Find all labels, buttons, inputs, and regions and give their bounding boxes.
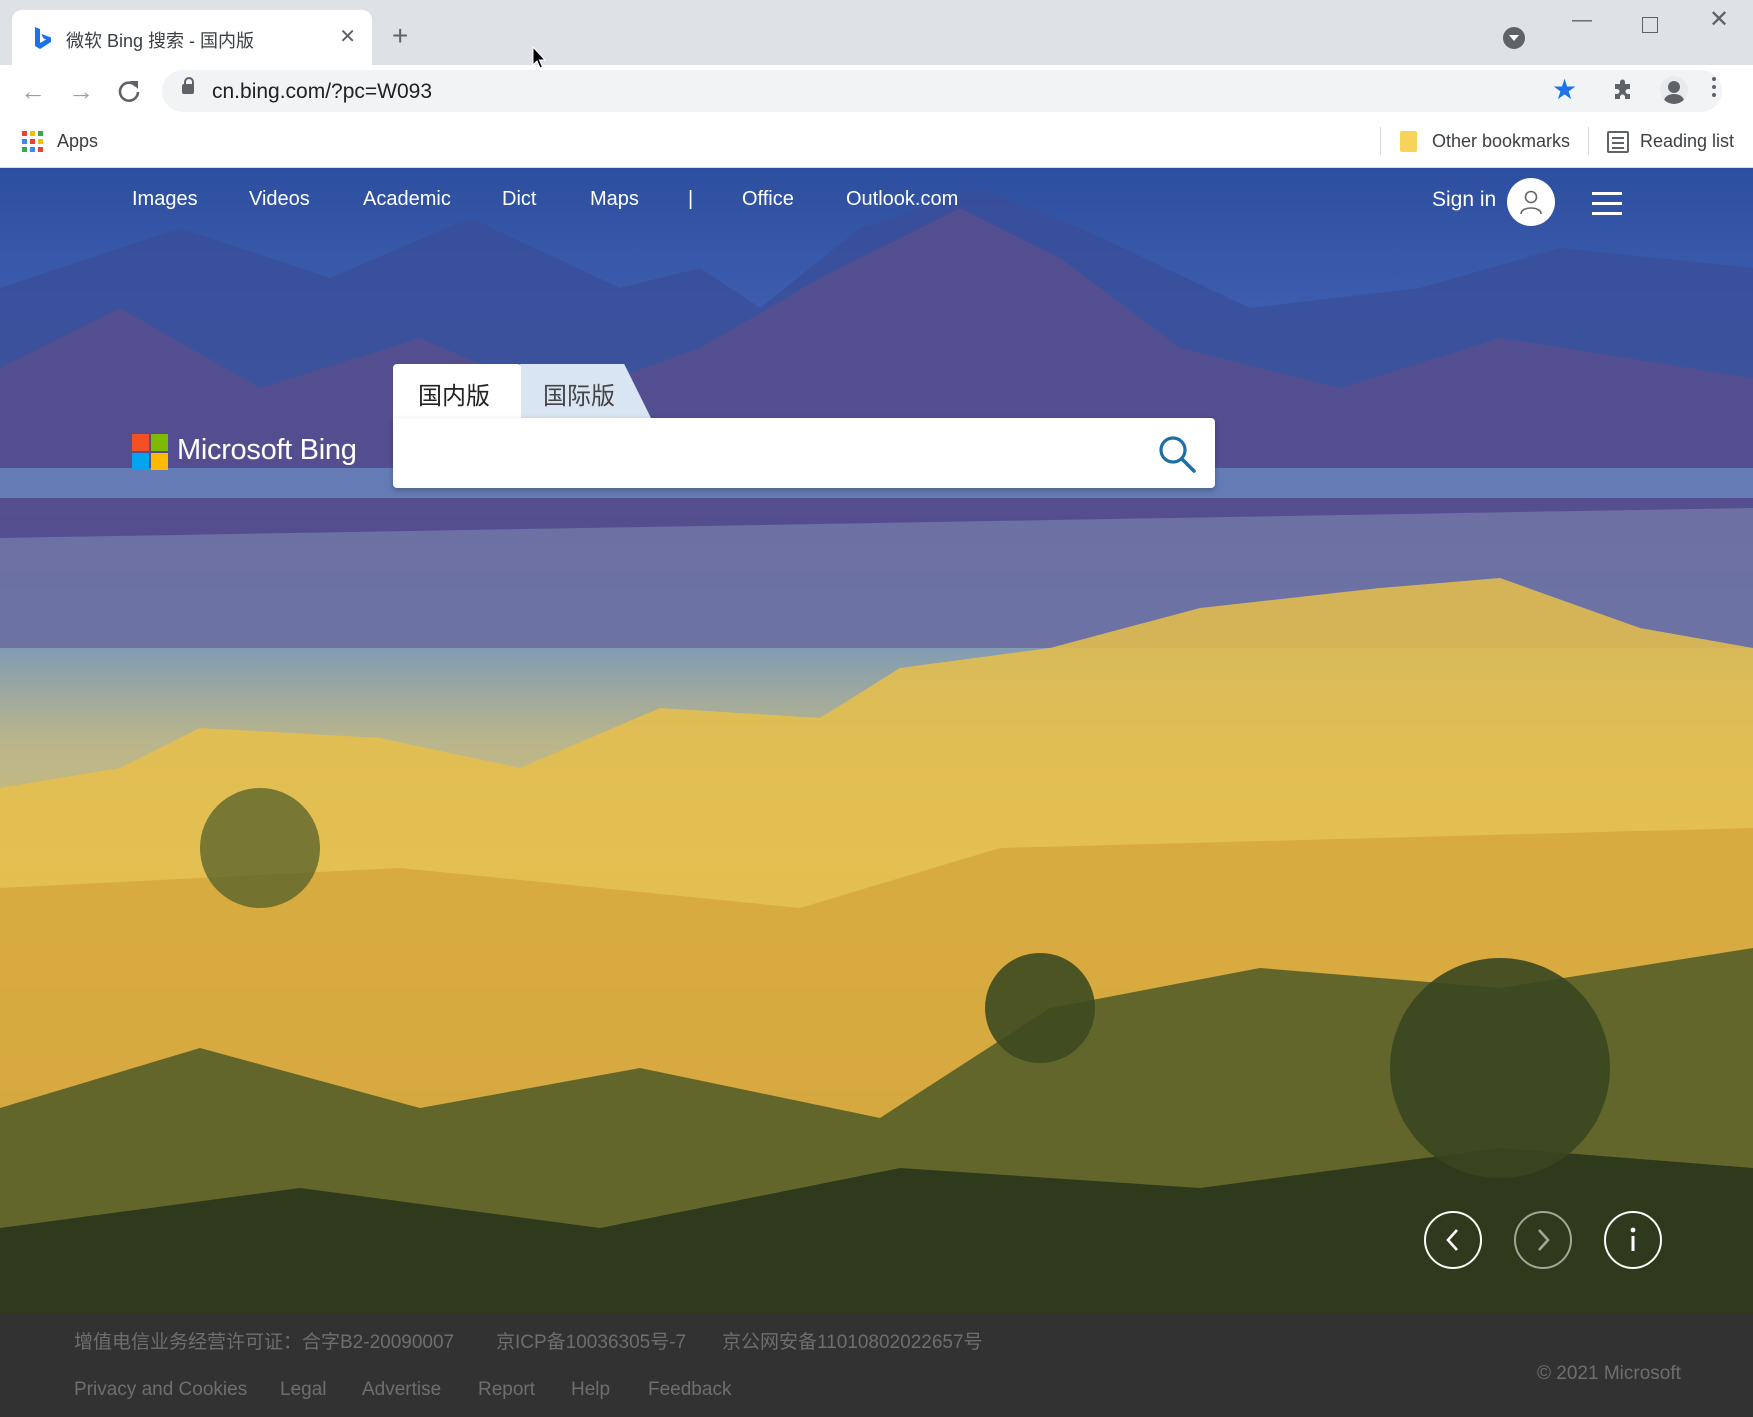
plus-icon[interactable]: + (392, 22, 408, 50)
forward-arrow-icon[interactable]: → (68, 76, 94, 106)
bookmark-apps[interactable]: Apps (57, 131, 98, 152)
browser-tab-active[interactable]: 微软 Bing 搜索 - 国内版 ✕ (12, 10, 372, 65)
search-input[interactable] (413, 432, 1117, 476)
footer-report-link[interactable]: Report (478, 1379, 535, 1401)
nav-images[interactable]: Images (132, 188, 198, 211)
extensions-icon[interactable] (1612, 79, 1634, 101)
page-footer: 增值电信业务经营许可证：合字B2-20090007 京ICP备10036305号… (0, 1313, 1753, 1417)
search-icon[interactable] (1157, 434, 1197, 474)
nav-academic[interactable]: Academic (363, 188, 451, 211)
minimize-icon[interactable]: — (1572, 10, 1592, 30)
maximize-icon[interactable] (1642, 17, 1658, 33)
bookmark-other[interactable]: Other bookmarks (1432, 131, 1570, 152)
bookmark-reading-list[interactable]: Reading list (1640, 131, 1734, 152)
footer-license-2[interactable]: 京ICP备10036305号-7 (496, 1327, 686, 1354)
tab-international-label: 国际版 (543, 383, 615, 410)
chevron-right-icon (1538, 1229, 1550, 1251)
search-box (393, 418, 1215, 488)
copyright-text: © 2021 Microsoft (1537, 1363, 1681, 1384)
menu-icon[interactable] (1712, 77, 1716, 101)
bookmarks-bar: Apps Other bookmarks Reading list (0, 117, 1753, 168)
footer-help-link[interactable]: Help (571, 1379, 610, 1401)
nav-dict[interactable]: Dict (502, 188, 536, 211)
tab-title: 微软 Bing 搜索 - 国内版 (66, 31, 255, 51)
nav-office[interactable]: Office (742, 188, 794, 211)
tab-domestic[interactable]: 国内版 (393, 364, 521, 418)
info-icon (1630, 1227, 1636, 1251)
footer-legal-link[interactable]: Legal (280, 1379, 327, 1401)
user-icon[interactable] (1507, 178, 1555, 226)
nav-videos[interactable]: Videos (249, 188, 310, 211)
next-image-button[interactable] (1514, 1211, 1572, 1269)
logo-text: Microsoft Bing (177, 434, 357, 466)
image-info-button[interactable] (1604, 1211, 1662, 1269)
sign-in-link[interactable]: Sign in (1432, 188, 1496, 212)
profile-icon[interactable] (1660, 76, 1688, 104)
folder-icon (1400, 131, 1417, 152)
tab-search-icon[interactable] (1503, 27, 1525, 49)
bing-top-nav: Images Videos Academic Dict Maps | Offic… (0, 168, 1753, 234)
tab-domestic-label: 国内版 (418, 383, 490, 410)
bookmark-divider (1588, 127, 1589, 155)
tab-strip: 微软 Bing 搜索 - 国内版 ✕ + — ✕ (0, 0, 1753, 65)
back-arrow-icon[interactable]: ← (20, 76, 46, 106)
microsoft-logo-icon (132, 434, 168, 470)
footer-feedback-link[interactable]: Feedback (648, 1379, 731, 1401)
nav-divider: | (688, 188, 694, 210)
reload-icon[interactable] (116, 78, 142, 104)
background-city (0, 508, 1753, 1313)
bing-favicon (35, 27, 51, 49)
reading-list-icon (1607, 131, 1629, 153)
address-bar[interactable]: ★ (162, 70, 1722, 112)
footer-license-1[interactable]: 增值电信业务经营许可证：合字B2-20090007 (74, 1327, 454, 1354)
microsoft-bing-logo: Microsoft Bing (132, 432, 372, 472)
chevron-left-icon (1446, 1229, 1458, 1251)
nav-maps[interactable]: Maps (590, 188, 639, 211)
close-icon[interactable]: ✕ (339, 27, 356, 47)
footer-privacy-link[interactable]: Privacy and Cookies (74, 1379, 247, 1401)
lock-icon (182, 77, 194, 94)
window-close-icon[interactable]: ✕ (1709, 8, 1729, 32)
apps-grid-icon[interactable] (22, 131, 44, 153)
footer-license-3[interactable]: 京公网安备11010802022657号 (722, 1327, 983, 1354)
footer-advertise-link[interactable]: Advertise (362, 1379, 441, 1401)
bookmark-divider (1380, 127, 1381, 155)
hero-background: Images Videos Academic Dict Maps | Offic… (0, 168, 1753, 1313)
previous-image-button[interactable] (1424, 1211, 1482, 1269)
url-input[interactable] (212, 80, 1212, 104)
browser-toolbar: ← → ★ (0, 65, 1753, 117)
mouse-cursor-icon (532, 46, 546, 69)
nav-outlook[interactable]: Outlook.com (846, 188, 958, 211)
hamburger-icon[interactable] (1592, 192, 1622, 222)
star-icon[interactable]: ★ (1552, 74, 1577, 106)
